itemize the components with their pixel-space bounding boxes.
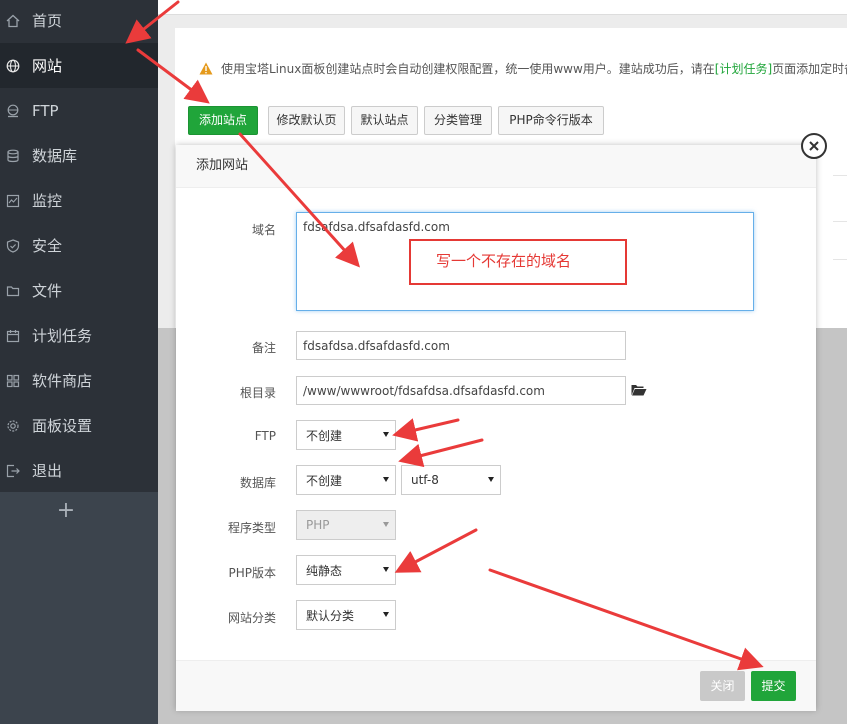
sidebar-item-store[interactable]: 软件商店 bbox=[0, 358, 158, 403]
close-icon[interactable] bbox=[801, 133, 827, 159]
calendar-icon bbox=[6, 329, 20, 343]
program-type-label: 程序类型 bbox=[227, 521, 276, 535]
category-manage-button[interactable]: 分类管理 bbox=[424, 106, 492, 135]
chevron-down-icon bbox=[488, 477, 494, 482]
database-select-value: 不创建 bbox=[306, 473, 343, 488]
database-label: 数据库 bbox=[239, 476, 276, 490]
modify-default-page-button[interactable]: 修改默认页 bbox=[268, 106, 345, 135]
sidebar-item-label: 数据库 bbox=[32, 147, 78, 165]
annotation-box: 写一个不存在的域名 bbox=[409, 239, 627, 285]
sidebar-item-label: 计划任务 bbox=[32, 327, 93, 345]
root-dir-label: 根目录 bbox=[239, 386, 276, 400]
grid-icon bbox=[6, 374, 20, 388]
home-icon bbox=[6, 14, 20, 28]
folder-open-icon[interactable] bbox=[631, 383, 647, 397]
chevron-down-icon bbox=[383, 522, 389, 527]
database-icon bbox=[6, 149, 20, 163]
sidebar-item-label: 软件商店 bbox=[32, 372, 93, 390]
sidebar-item-label: 面板设置 bbox=[32, 417, 93, 435]
monitor-icon bbox=[6, 194, 20, 208]
ftp-select-value: 不创建 bbox=[306, 428, 343, 443]
notice-text: 使用宝塔Linux面板创建站点时会自动创建权限配置，统一使用www用户。建站成功… bbox=[221, 62, 715, 76]
sidebar-item-label: 退出 bbox=[32, 462, 63, 480]
gear-icon bbox=[6, 419, 20, 433]
db-charset-select[interactable]: utf-8 bbox=[401, 465, 501, 495]
database-select[interactable]: 不创建 bbox=[296, 465, 396, 495]
php-version-value: 纯静态 bbox=[306, 563, 343, 578]
top-bar bbox=[158, 0, 847, 15]
sidebar-item-website[interactable]: 网站 bbox=[0, 43, 158, 88]
chevron-down-icon bbox=[383, 567, 389, 572]
dialog-title: 添加网站 bbox=[176, 145, 816, 188]
sidebar-item-security[interactable]: 安全 bbox=[0, 223, 158, 268]
sidebar-item-label: 监控 bbox=[32, 192, 63, 210]
db-charset-value: utf-8 bbox=[411, 473, 439, 487]
remark-label: 备注 bbox=[251, 341, 276, 355]
warning-icon bbox=[199, 62, 213, 75]
globe-icon bbox=[6, 59, 20, 73]
site-category-value: 默认分类 bbox=[306, 608, 355, 623]
sidebar-item-database[interactable]: 数据库 bbox=[0, 133, 158, 178]
sidebar-item-label: 首页 bbox=[32, 12, 63, 30]
ftp-label: FTP bbox=[254, 429, 276, 443]
php-version-select[interactable]: 纯静态 bbox=[296, 555, 396, 585]
add-site-button[interactable]: 添加站点 bbox=[188, 106, 258, 135]
close-button[interactable]: 关闭 bbox=[700, 671, 745, 701]
root-dir-input[interactable]: /www/wwwroot/fdsafdsa.dfsafdasfd.com bbox=[296, 376, 626, 405]
domain-value: fdsafdsa.dfsafdasfd.com bbox=[303, 220, 450, 234]
sidebar-nav: 首页 网站 FTP 数据库 监控 安全 文件 计划任务 软件商店 面板设置 退出 bbox=[0, 0, 158, 492]
ftp-icon bbox=[6, 104, 20, 118]
sidebar-item-logout[interactable]: 退出 bbox=[0, 448, 158, 493]
sidebar: 首页 网站 FTP 数据库 监控 安全 文件 计划任务 软件商店 面板设置 退出… bbox=[0, 0, 158, 724]
dialog-footer: 关闭 提交 bbox=[176, 660, 816, 711]
root-dir-value: /www/wwwroot/fdsafdsa.dfsafdasfd.com bbox=[303, 383, 545, 398]
chevron-down-icon bbox=[383, 477, 389, 482]
add-menu-button[interactable]: + bbox=[54, 499, 78, 523]
ftp-select[interactable]: 不创建 bbox=[296, 420, 396, 450]
domain-label: 域名 bbox=[251, 223, 276, 237]
sidebar-item-label: FTP bbox=[32, 101, 59, 120]
folder-icon bbox=[6, 284, 20, 298]
chevron-down-icon bbox=[383, 612, 389, 617]
site-category-label: 网站分类 bbox=[227, 611, 276, 625]
table-line bbox=[833, 259, 847, 260]
php-version-label: PHP版本 bbox=[228, 566, 277, 580]
notice-text-tail: 页面添加定时备 bbox=[772, 62, 847, 76]
submit-button[interactable]: 提交 bbox=[751, 671, 796, 701]
permission-notice: 使用宝塔Linux面板创建站点时会自动创建权限配置，统一使用www用户。建站成功… bbox=[199, 60, 847, 77]
sidebar-item-label: 文件 bbox=[32, 282, 63, 300]
table-line bbox=[833, 175, 847, 176]
logout-icon bbox=[6, 464, 20, 478]
site-category-select[interactable]: 默认分类 bbox=[296, 600, 396, 630]
sidebar-item-label: 网站 bbox=[32, 57, 63, 75]
shield-icon bbox=[6, 238, 20, 253]
sidebar-item-home[interactable]: 首页 bbox=[0, 0, 158, 43]
php-cli-version-button[interactable]: PHP命令行版本 bbox=[498, 106, 604, 135]
table-line bbox=[833, 221, 847, 222]
sidebar-item-files[interactable]: 文件 bbox=[0, 268, 158, 313]
remark-value: fdsafdsa.dfsafdasfd.com bbox=[303, 338, 450, 353]
cron-link[interactable]: [计划任务] bbox=[715, 62, 772, 76]
sidebar-item-cron[interactable]: 计划任务 bbox=[0, 313, 158, 358]
default-site-button[interactable]: 默认站点 bbox=[351, 106, 418, 135]
program-type-select: PHP bbox=[296, 510, 396, 540]
sidebar-item-label: 安全 bbox=[32, 237, 63, 255]
sidebar-item-settings[interactable]: 面板设置 bbox=[0, 403, 158, 448]
remark-input[interactable]: fdsafdsa.dfsafdasfd.com bbox=[296, 331, 626, 360]
program-type-value: PHP bbox=[306, 518, 330, 532]
sidebar-item-ftp[interactable]: FTP bbox=[0, 88, 158, 133]
chevron-down-icon bbox=[383, 432, 389, 437]
sidebar-item-monitor[interactable]: 监控 bbox=[0, 178, 158, 223]
